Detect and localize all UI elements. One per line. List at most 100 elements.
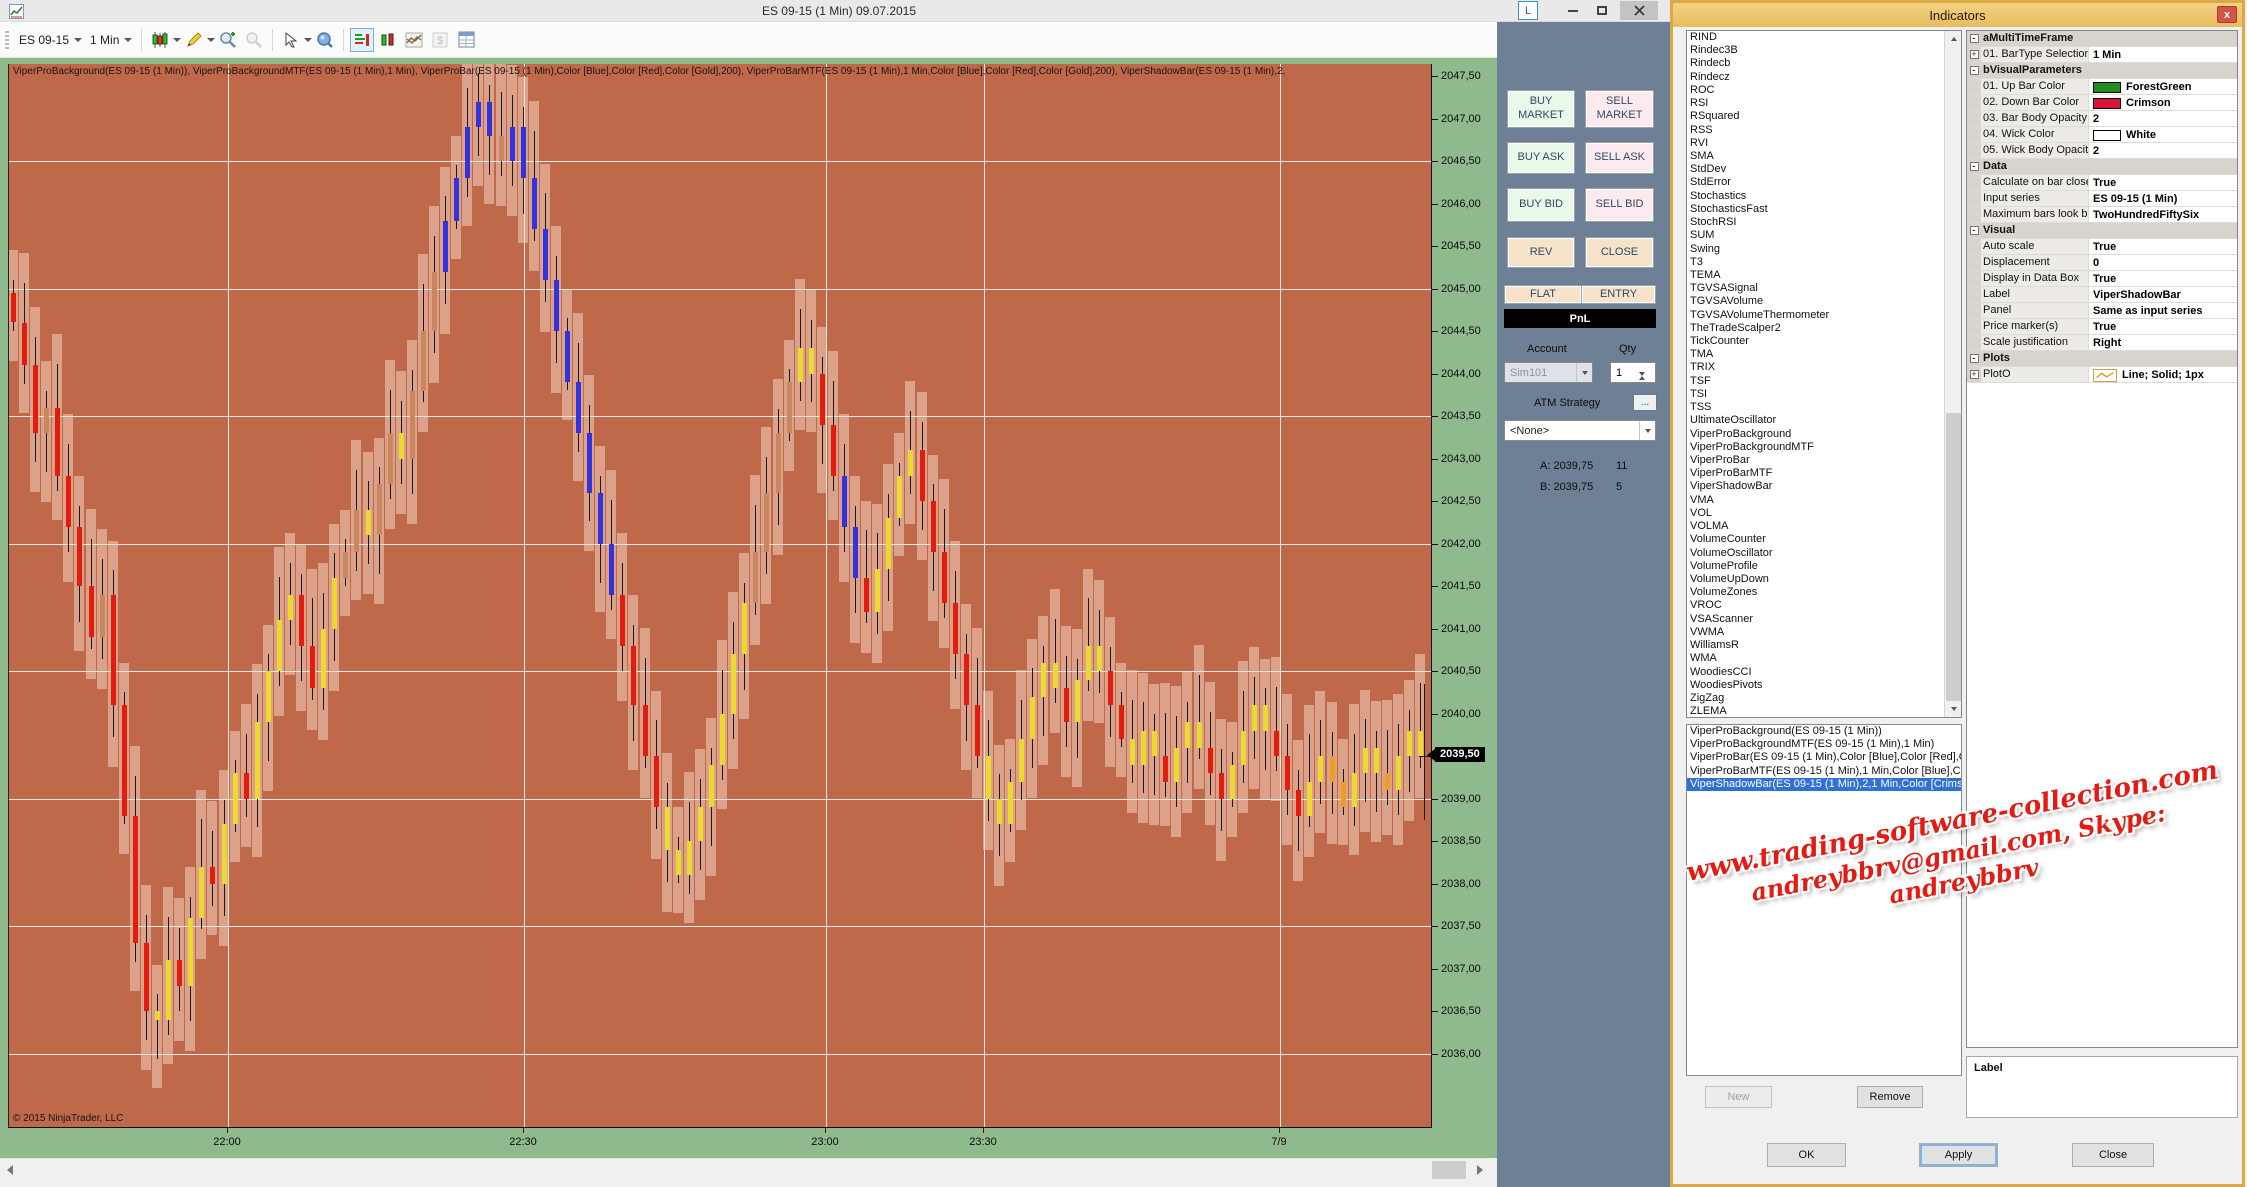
property-value[interactable]: 0: [2089, 255, 2237, 270]
scrollbar-thumb[interactable]: [1432, 1161, 1466, 1179]
indicator-list-item[interactable]: WoodiesPivots: [1687, 679, 1944, 692]
indicator-list-item[interactable]: TheTradeScalper2: [1687, 322, 1944, 335]
indicator-list-item[interactable]: VolumeOscillator: [1687, 547, 1944, 560]
property-value[interactable]: TwoHundredFiftySix: [2089, 207, 2237, 222]
indicator-list-item[interactable]: VolumeZones: [1687, 586, 1944, 599]
spin-down-icon[interactable]: [1639, 376, 1654, 388]
indicator-list-item[interactable]: RSquared: [1687, 110, 1944, 123]
scroll-up-arrow-icon[interactable]: [1945, 31, 1962, 47]
indicator-list-item[interactable]: ZLEMA: [1687, 705, 1944, 718]
indicator-list-item[interactable]: ROC: [1687, 84, 1944, 97]
property-row[interactable]: Price marker(s)True: [1967, 319, 2237, 335]
indicator-list-item[interactable]: Rindecz: [1687, 71, 1944, 84]
indicator-list-item[interactable]: VSAScanner: [1687, 613, 1944, 626]
property-row[interactable]: 04. Wick ColorWhite: [1967, 127, 2237, 143]
available-indicators-list[interactable]: RINDRindec3BRindecbRindeczROCRSIRSquared…: [1686, 30, 1962, 718]
indicator-list-item[interactable]: TGVSAVolume: [1687, 295, 1944, 308]
indicator-list-item[interactable]: VOL: [1687, 507, 1944, 520]
property-grid[interactable]: -aMultiTimeFrame+01. BarType Selection1 …: [1966, 30, 2238, 1048]
close-position-button[interactable]: CLOSE: [1585, 237, 1654, 268]
horizontal-scrollbar[interactable]: [0, 1158, 1490, 1180]
chevron-down-icon[interactable]: [173, 38, 181, 42]
scroll-right-arrow-icon[interactable]: [1470, 1159, 1490, 1181]
scroll-left-arrow-icon[interactable]: [0, 1159, 20, 1181]
time-axis[interactable]: 22:0022:3023:0023:307/9: [0, 1128, 1497, 1158]
expand-icon[interactable]: +: [1970, 370, 1979, 379]
reverse-button[interactable]: REV: [1507, 237, 1575, 268]
indicator-list-item[interactable]: WoodiesCCI: [1687, 666, 1944, 679]
collapse-icon[interactable]: -: [1970, 354, 1979, 363]
indicator-list-item[interactable]: WMA: [1687, 652, 1944, 665]
indicator-list-item[interactable]: Stochastics: [1687, 190, 1944, 203]
indicator-list-item[interactable]: RSI: [1687, 97, 1944, 110]
list-scrollbar[interactable]: [1944, 31, 1961, 717]
buy-bid-button[interactable]: BUY BID: [1507, 188, 1575, 222]
buy-market-button[interactable]: BUY MARKET: [1507, 90, 1575, 128]
indicator-list-item[interactable]: WilliamsR: [1687, 639, 1944, 652]
property-row[interactable]: Displacement0: [1967, 255, 2237, 271]
indicator-list-item[interactable]: TGVSAVolumeThermometer: [1687, 309, 1944, 322]
property-row[interactable]: Scale justificationRight: [1967, 335, 2237, 351]
ok-button[interactable]: OK: [1767, 1143, 1846, 1167]
indicator-list-item[interactable]: TRIX: [1687, 361, 1944, 374]
property-value[interactable]: ViperShadowBar: [2089, 287, 2237, 302]
applied-indicator-item[interactable]: ViperProBar(ES 09-15 (1 Min),Color [Blue…: [1687, 751, 1961, 764]
properties-panel-button[interactable]: [454, 28, 478, 52]
entry-button[interactable]: ENTRY: [1581, 285, 1656, 304]
chart-plot[interactable]: ViperProBackground(ES 09-15 (1 Min)), Vi…: [8, 64, 1432, 1128]
indicator-list-item[interactable]: SUM: [1687, 229, 1944, 242]
property-row[interactable]: Auto scaleTrue: [1967, 239, 2237, 255]
atm-strategy-select[interactable]: <None>: [1504, 420, 1656, 441]
property-row[interactable]: +PlotOLine; Solid; 1px: [1967, 367, 2237, 383]
bar-type-button[interactable]: [148, 28, 172, 52]
property-row[interactable]: PanelSame as input series: [1967, 303, 2237, 319]
property-row[interactable]: Calculate on bar closeTrue: [1967, 175, 2237, 191]
dialog-title-bar[interactable]: Indicators: [1673, 3, 2242, 27]
link-button[interactable]: L: [1518, 1, 1538, 20]
chart-style-bars-button[interactable]: [350, 28, 374, 52]
cursor-tool-button[interactable]: [279, 28, 303, 52]
indicator-list-item[interactable]: ViperProBarMTF: [1687, 467, 1944, 480]
chart-style-line-button[interactable]: [402, 28, 426, 52]
property-value[interactable]: True: [2089, 239, 2237, 254]
toolbar-grip[interactable]: [5, 31, 9, 49]
property-row[interactable]: 01. Up Bar ColorForestGreen: [1967, 79, 2237, 95]
property-value[interactable]: Right: [2089, 335, 2237, 350]
property-value[interactable]: True: [2089, 271, 2237, 286]
applied-indicator-item[interactable]: ViperProBackground(ES 09-15 (1 Min)): [1687, 725, 1961, 738]
indicator-list-item[interactable]: VOLMA: [1687, 520, 1944, 533]
indicator-list-item[interactable]: RSS: [1687, 124, 1944, 137]
property-row[interactable]: Input seriesES 09-15 (1 Min): [1967, 191, 2237, 207]
dollar-button[interactable]: $: [428, 28, 452, 52]
interval-selector[interactable]: 1 Min: [86, 31, 136, 49]
property-row[interactable]: 03. Bar Body Opacity2: [1967, 111, 2237, 127]
property-value[interactable]: Line; Solid; 1px: [2089, 367, 2237, 382]
property-value[interactable]: White: [2089, 127, 2237, 142]
scrollbar-thumb[interactable]: [1946, 413, 1961, 701]
property-row[interactable]: +01. BarType Selection1 Min: [1967, 47, 2237, 63]
collapse-icon[interactable]: -: [1970, 66, 1979, 75]
property-row[interactable]: Display in Data BoxTrue: [1967, 271, 2237, 287]
zoom-out-button[interactable]: [242, 28, 266, 52]
indicator-list-item[interactable]: T3: [1687, 256, 1944, 269]
property-row[interactable]: 05. Wick Body Opacity2: [1967, 143, 2237, 159]
property-group-row[interactable]: -Plots: [1967, 351, 2237, 367]
chart-style-candles-button[interactable]: [376, 28, 400, 52]
collapse-icon[interactable]: -: [1970, 34, 1979, 43]
indicator-list-item[interactable]: ViperProBackgroundMTF: [1687, 441, 1944, 454]
indicator-list-item[interactable]: VMA: [1687, 494, 1944, 507]
indicator-list-item[interactable]: TSF: [1687, 375, 1944, 388]
indicator-list-item[interactable]: VolumeUpDown: [1687, 573, 1944, 586]
apply-button[interactable]: Apply: [1919, 1143, 1998, 1167]
property-row[interactable]: Maximum bars look baTwoHundredFiftySix: [1967, 207, 2237, 223]
instrument-selector[interactable]: ES 09-15: [15, 31, 86, 49]
dialog-close-action-button[interactable]: Close: [2072, 1143, 2154, 1167]
remove-button[interactable]: Remove: [1857, 1086, 1923, 1108]
indicator-list-item[interactable]: TEMA: [1687, 269, 1944, 282]
property-group-row[interactable]: -Data: [1967, 159, 2237, 175]
atm-more-button[interactable]: ...: [1633, 394, 1657, 411]
property-row[interactable]: LabelViperShadowBar: [1967, 287, 2237, 303]
drawing-tools-button[interactable]: [182, 28, 206, 52]
indicator-list-item[interactable]: StdDev: [1687, 163, 1944, 176]
indicator-list-item[interactable]: StochasticsFast: [1687, 203, 1944, 216]
